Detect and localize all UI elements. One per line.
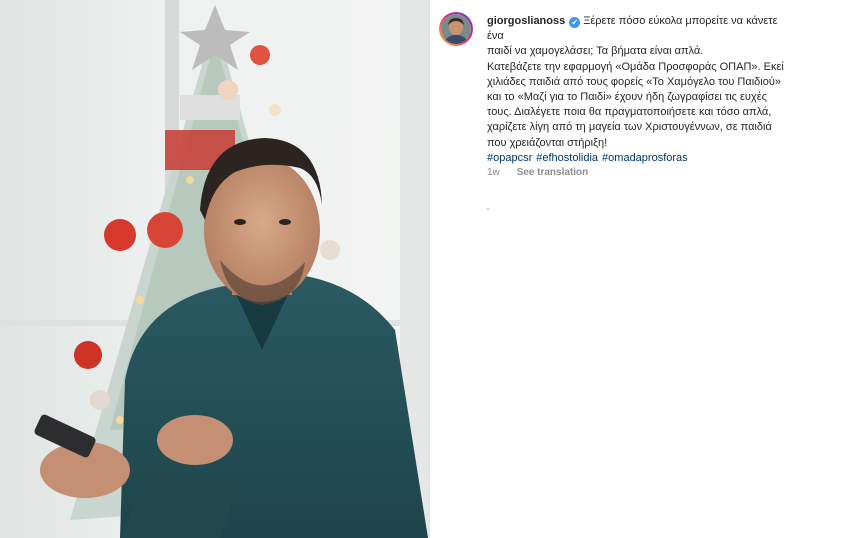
caption-line: και το «Μαζί για το Παιδί» έχουν ήδη ζωγ…: [487, 91, 767, 104]
divider-dot: [487, 208, 489, 210]
caption-line: Κατεβάζετε την εφαρμογή «Ομάδα Προσφοράς…: [487, 60, 784, 73]
caption-line: που χρειάζονται στήριξη!: [487, 136, 608, 149]
profile-avatar[interactable]: [439, 12, 473, 46]
username-link[interactable]: giorgoslianoss: [487, 15, 565, 27]
verified-badge-icon: ✔: [569, 17, 581, 28]
profile-avatar-icon: [441, 14, 471, 44]
hashtag-link[interactable]: #omadaprosforas: [602, 152, 688, 164]
caption-line: χαρίζετε λίγη από τη μαγεία των Χριστουγ…: [487, 121, 772, 134]
post-caption: giorgoslianoss ✔ Ξέρετε πόσο εύκολα μπορεί…: [487, 14, 787, 166]
hashtags: #opapcsr #efhostolidia #omadaprosforas: [487, 151, 787, 166]
hashtag-link[interactable]: #efhostolidia: [536, 152, 598, 164]
caption-line: παιδί να χαμογελάσει; Τα βήματα είναι απ…: [487, 45, 704, 58]
caption-line: χιλιάδες παιδιά από τους φορείς «Το Χαμό…: [487, 75, 781, 88]
see-translation-button[interactable]: See translation: [517, 167, 589, 178]
hashtag-link[interactable]: #opapcsr: [487, 152, 532, 164]
post-time[interactable]: 1w: [487, 167, 500, 178]
caption-line: τους. Διαλέγετε ποια θα πραγματοποιήσετε…: [487, 106, 772, 119]
photo-man-christmas-tree: [0, 0, 430, 538]
caption-panel: giorgoslianoss ✔ Ξέρετε πόσο εύκολα μπορεί…: [430, 0, 868, 538]
post-meta: 1w See translation: [487, 167, 588, 178]
post-media-image[interactable]: [0, 0, 430, 538]
